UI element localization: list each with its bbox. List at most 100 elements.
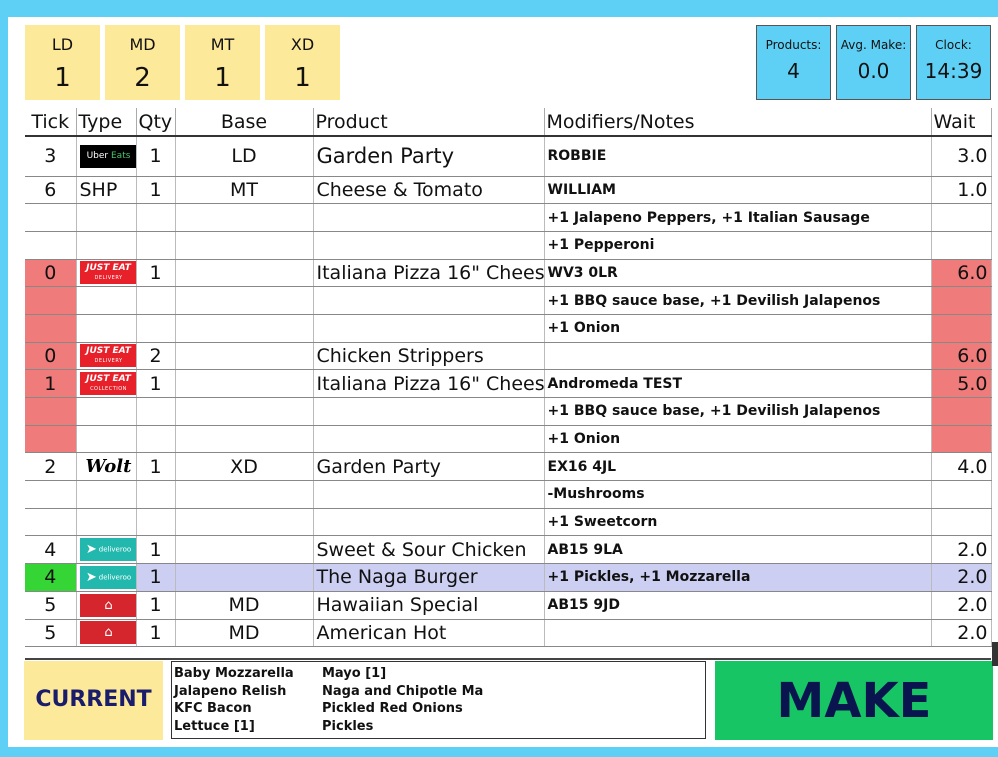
base-cell — [175, 369, 314, 398]
size-tile-ld[interactable]: LD 1 — [25, 25, 100, 100]
type-cell — [76, 508, 137, 537]
modifier-row: +1 Onion — [25, 425, 992, 454]
notes-cell — [544, 619, 932, 648]
tick-cell — [25, 480, 77, 509]
tick-cell: 3 — [25, 136, 77, 177]
type-cell: JUST EAT DELIVERY — [76, 259, 137, 288]
make-button-label: MAKE — [776, 673, 932, 729]
clock-stat: Clock: 14:39 — [916, 25, 991, 100]
base-cell — [175, 535, 314, 565]
notes-cell: +1 Onion — [544, 425, 932, 454]
type-cell: JUST EAT DELIVERY — [76, 342, 137, 371]
notes-cell: +1 Sweetcorn — [544, 508, 932, 537]
current-button-label: CURRENT — [35, 687, 152, 712]
current-button[interactable]: CURRENT — [24, 661, 163, 740]
order-row[interactable]: 3 Uber Eats 1 LD Garden Party ROBBIE 3.0 — [25, 136, 992, 177]
wait-cell — [931, 314, 992, 343]
qty-cell — [136, 314, 176, 343]
qty-cell: 1 — [136, 452, 176, 482]
products-stat: Products: 4 — [756, 25, 831, 100]
notes-cell: AB15 9LA — [544, 535, 932, 565]
product-cell: Cheese & Tomato — [313, 176, 545, 205]
wait-cell: 2.0 — [931, 563, 992, 592]
tick-cell: 4 — [25, 563, 77, 592]
qty-cell — [136, 203, 176, 232]
notes-cell: +1 Onion — [544, 314, 932, 343]
size-tile-mt[interactable]: MT 1 — [185, 25, 260, 100]
modifier-row: +1 Onion — [25, 314, 992, 343]
product-cell: Sweet & Sour Chicken — [313, 535, 545, 565]
type-cell: ⌂ — [76, 619, 137, 648]
tick-cell: 4 — [25, 535, 77, 565]
type-cell: JUST EAT COLLECTION — [76, 369, 137, 398]
wait-cell: 5.0 — [931, 369, 992, 398]
ingredient-item: Baby Mozzarella — [174, 666, 294, 681]
order-row[interactable]: 1 JUST EAT COLLECTION 1 Italiana Pizza 16… — [25, 369, 992, 398]
base-cell: MD — [175, 619, 314, 648]
qty-cell: 1 — [136, 563, 176, 592]
products-stat-value: 4 — [787, 59, 800, 83]
notes-cell: EX16 4JL — [544, 452, 932, 482]
clock-stat-label: Clock: — [935, 38, 972, 52]
header-product: Product — [313, 108, 545, 137]
avg-make-stat-value: 0.0 — [857, 59, 890, 83]
type-cell — [76, 231, 137, 260]
qty-cell — [136, 397, 176, 426]
order-row[interactable]: 5 ⌂ 1 MD Hawaiian Special AB15 9JD 2.0 — [25, 591, 992, 620]
products-stat-label: Products: — [765, 38, 822, 52]
tick-cell — [25, 397, 77, 426]
size-tile-label: XD — [290, 35, 315, 54]
order-row[interactable]: 2 Wolt 1 XD Garden Party EX16 4JL 4.0 — [25, 452, 992, 482]
qty-cell: 1 — [136, 535, 176, 565]
order-row[interactable]: 4 ➤ deliveroo 1 Sweet & Sour Chicken AB15… — [25, 535, 992, 565]
make-button[interactable]: MAKE — [715, 661, 993, 740]
order-row[interactable]: 5 ⌂ 1 MD American Hot 2.0 — [25, 619, 992, 648]
notes-cell: +1 Pepperoni — [544, 231, 932, 260]
ingredient-item: KFC Bacon — [174, 701, 252, 716]
notes-cell: +1 Jalapeno Peppers, +1 Italian Sausage — [544, 203, 932, 232]
notes-cell: +1 Pickles, +1 Mozzarella — [544, 563, 932, 592]
order-row[interactable]: 0 JUST EAT DELIVERY 1 Italiana Pizza 16" … — [25, 259, 992, 288]
base-cell — [175, 203, 314, 232]
base-cell: MD — [175, 591, 314, 620]
order-row-selected[interactable]: 4 ➤ deliveroo 1 The Naga Burger +1 Pickle… — [25, 563, 992, 592]
notes-cell: AB15 9JD — [544, 591, 932, 620]
ingredient-item: Naga and Chipotle Ma — [322, 683, 484, 699]
ingredient-item: Lettuce [1] — [174, 718, 255, 734]
avg-make-stat: Avg. Make: 0.0 — [836, 25, 911, 100]
product-cell: Garden Party — [313, 452, 545, 482]
qty-cell — [136, 286, 176, 315]
base-cell — [175, 480, 314, 509]
wait-cell: 6.0 — [931, 342, 992, 371]
notes-cell: Andromeda TEST — [544, 369, 932, 398]
qty-cell — [136, 480, 176, 509]
qty-cell — [136, 508, 176, 537]
size-tile-xd[interactable]: XD 1 — [265, 25, 340, 100]
qty-cell: 1 — [136, 136, 176, 177]
base-cell — [175, 397, 314, 426]
base-cell — [175, 425, 314, 454]
ingredient-item: Mayo [1] — [322, 666, 387, 681]
notes-cell: WV3 0LR — [544, 259, 932, 288]
size-tile-label: MT — [210, 35, 235, 54]
type-cell — [76, 314, 137, 343]
size-tile-count: 1 — [54, 63, 71, 93]
wait-cell — [931, 203, 992, 232]
size-tile-label: MD — [129, 35, 156, 54]
size-tile-count: 1 — [214, 63, 231, 93]
wait-cell: 2.0 — [931, 619, 992, 648]
ingredients-left-column: Baby Mozzarella Jalapeno Relish KFC Baco… — [174, 665, 294, 735]
type-cell — [76, 286, 137, 315]
size-tile-md[interactable]: MD 2 — [105, 25, 180, 100]
table-bottom-divider — [25, 658, 991, 660]
side-edge-handle[interactable] — [992, 642, 998, 666]
tick-cell — [25, 314, 77, 343]
notes-cell: ROBBIE — [544, 136, 932, 177]
product-cell: American Hot — [313, 619, 545, 648]
wait-cell: 6.0 — [931, 259, 992, 288]
order-row[interactable]: 0 JUST EAT DELIVERY 2 Chicken Strippers 6… — [25, 342, 992, 371]
tick-cell — [25, 286, 77, 315]
order-row[interactable]: 6 SHP 1 MT Cheese & Tomato WILLIAM 1.0 — [25, 176, 992, 205]
header-qty: Qty — [136, 108, 176, 137]
type-cell: Uber Eats — [76, 136, 137, 177]
